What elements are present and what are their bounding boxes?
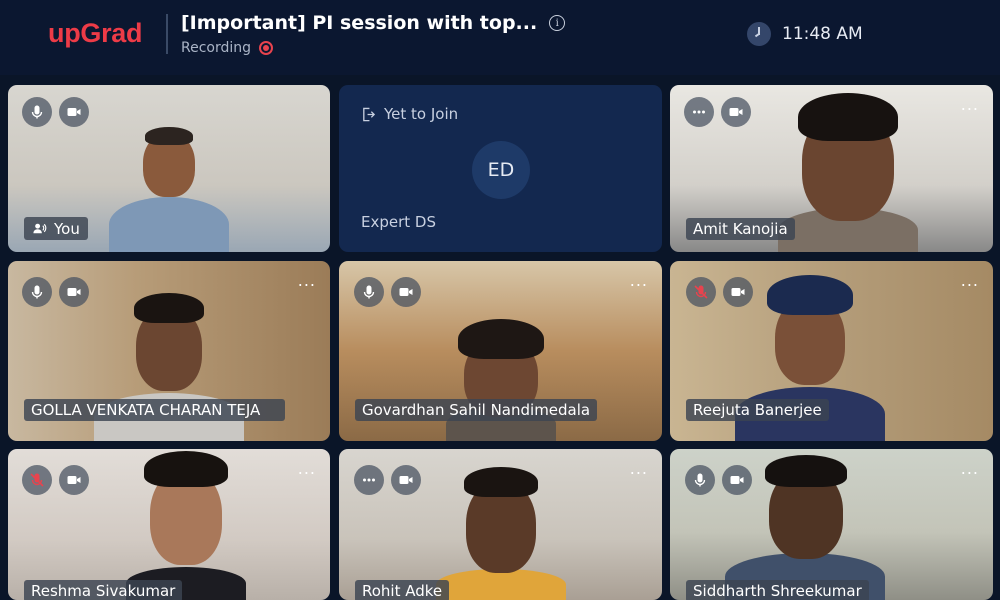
participant-video [778, 93, 918, 252]
tile-more-options[interactable]: ... [298, 271, 316, 290]
session-title: [Important] PI session with top... [181, 12, 538, 34]
participant-name-golla-venkata-charan-teja: GOLLA VENKATA CHARAN TEJA [24, 399, 285, 421]
camera-on-icon[interactable] [59, 465, 89, 495]
camera-on-icon[interactable] [722, 465, 752, 495]
mic-muted-icon[interactable] [22, 465, 52, 495]
mic-on-icon[interactable] [354, 277, 384, 307]
tile-more-options[interactable]: ... [630, 459, 648, 478]
participant-name-reejuta-banerjee: Reejuta Banerjee [686, 399, 829, 421]
participant-video [109, 127, 229, 252]
header-divider [166, 14, 168, 54]
camera-on-icon[interactable] [59, 97, 89, 127]
tile-more-options[interactable]: ... [961, 271, 979, 290]
participant-tile-siddharth-shreekumar[interactable]: ... Siddharth Shreekumar [670, 449, 993, 600]
yet-to-join-status: Yet to Join [361, 105, 458, 123]
participant-tile-you[interactable]: You [8, 85, 330, 252]
participant-tile-reshma-sivakumar[interactable]: ... Reshma Sivakumar [8, 449, 330, 600]
participant-video [445, 319, 556, 441]
camera-on-icon[interactable] [391, 277, 421, 307]
participant-name-govardhan-sahil-nandimedala: Govardhan Sahil Nandimedala [355, 399, 598, 421]
camera-on-icon[interactable] [721, 97, 751, 127]
tile-more-options[interactable]: ... [298, 459, 316, 478]
meeting-header: upGrad [Important] PI session with top..… [0, 0, 1000, 75]
mic-on-icon[interactable] [22, 97, 52, 127]
meeting-time: 11:48 AM [782, 24, 863, 44]
participant-name-siddharth-shreekumar: Siddharth Shreekumar [686, 580, 869, 600]
mic-muted-icon[interactable] [686, 277, 716, 307]
mic-on-icon[interactable] [22, 277, 52, 307]
camera-on-icon[interactable] [391, 465, 421, 495]
mic-on-icon[interactable] [685, 465, 715, 495]
participant-tile-reejuta-banerjee[interactable]: ... Reejuta Banerjee [670, 261, 993, 441]
participant-video [435, 467, 566, 600]
tile-more-options[interactable]: ... [630, 271, 648, 290]
participant-tile-govardhan-sahil-nandimedala[interactable]: ... Govardhan Sahil Nandimedala [339, 261, 662, 441]
participant-tile-rohit-adke[interactable]: ... Rohit Adke [339, 449, 662, 600]
join-door-icon [363, 107, 376, 121]
more-options-icon[interactable] [354, 465, 384, 495]
recording-label: Recording [181, 40, 252, 56]
info-icon[interactable]: i [549, 15, 566, 31]
participant-tile-golla-venkata-charan-teja[interactable]: ... GOLLA VENKATA CHARAN TEJA [8, 261, 330, 441]
session-info: [Important] PI session with top... i Rec… [181, 12, 566, 56]
clock-icon [747, 22, 771, 46]
camera-on-icon[interactable] [723, 277, 753, 307]
tile-more-options[interactable]: ... [961, 459, 979, 478]
tile-more-options[interactable]: ... [961, 95, 979, 114]
participant-initials-avatar: ED [472, 141, 530, 199]
participant-name-rohit-adke: Rohit Adke [355, 580, 450, 600]
participant-video [126, 451, 246, 600]
participant-grid: You Yet to Join ED Expert DS ... Amit Ka… [0, 75, 1000, 600]
participant-name-amit-kanojia: Amit Kanojia [686, 218, 795, 240]
participant-name-reshma-sivakumar: Reshma Sivakumar [24, 580, 183, 600]
upgrad-logo: upGrad [48, 18, 143, 48]
recording-indicator-icon [259, 41, 274, 55]
participant-name-you: You [24, 217, 88, 240]
camera-on-icon[interactable] [59, 277, 89, 307]
participant-name-expert-ds: Expert DS [361, 213, 436, 231]
participant-tile-expert-ds[interactable]: Yet to Join ED Expert DS [339, 85, 662, 252]
speaker-indicator-icon [33, 223, 47, 234]
more-options-icon[interactable] [684, 97, 714, 127]
participant-tile-amit-kanojia[interactable]: ... Amit Kanojia [670, 85, 993, 252]
